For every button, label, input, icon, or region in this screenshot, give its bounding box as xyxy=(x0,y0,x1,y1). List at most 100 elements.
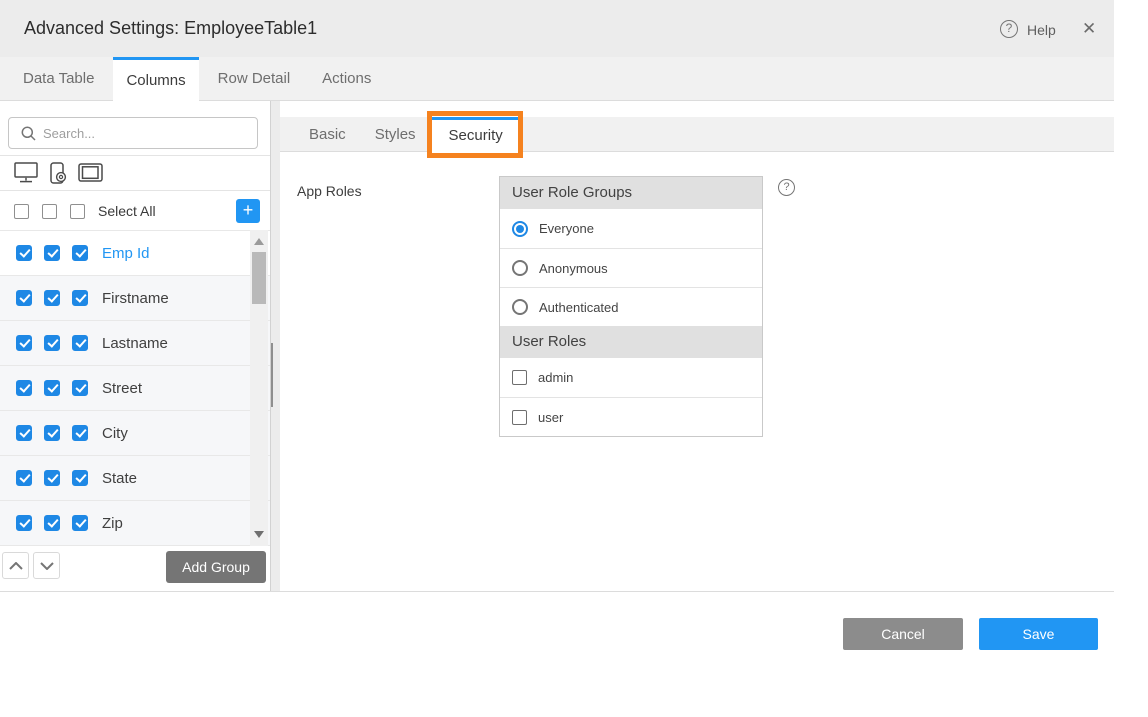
column-visibility-checkbox[interactable] xyxy=(44,335,60,351)
user-role-options: admin user xyxy=(500,358,762,436)
add-group-button[interactable]: Add Group xyxy=(166,551,266,583)
column-visibility-checkbox[interactable] xyxy=(16,515,32,531)
select-all-row: Select All + xyxy=(0,191,270,231)
move-column-up-button[interactable] xyxy=(2,552,29,579)
splitter-drag-handle[interactable] xyxy=(271,343,273,407)
column-visibility-checkbox[interactable] xyxy=(16,335,32,351)
role-group-options: Everyone Anonymous Authenticated xyxy=(500,209,762,326)
radio-button[interactable] xyxy=(512,299,528,315)
move-column-down-button[interactable] xyxy=(33,552,60,579)
cancel-button[interactable]: Cancel xyxy=(843,618,963,650)
user-role-option-label: admin xyxy=(538,370,573,385)
user-role-groups-header: User Role Groups xyxy=(500,177,762,209)
divider xyxy=(0,155,270,156)
tab-data-table[interactable]: Data Table xyxy=(10,57,107,101)
app-roles-panel: User Role Groups Everyone Anonymous Authen… xyxy=(499,176,763,437)
main-tab-bar: Data TableColumnsRow DetailActions xyxy=(0,57,1114,101)
tab-columns[interactable]: Columns xyxy=(113,57,198,101)
scrollbar-thumb[interactable] xyxy=(252,252,266,304)
role-group-option-anonymous[interactable]: Anonymous xyxy=(500,248,762,287)
column-row-lastname[interactable]: Lastname xyxy=(0,321,270,366)
column-visibility-checkbox[interactable] xyxy=(16,425,32,441)
column-visibility-checkbox[interactable] xyxy=(16,245,32,261)
radio-button[interactable] xyxy=(512,221,528,237)
user-role-option-admin[interactable]: admin xyxy=(500,358,762,397)
user-role-option-user[interactable]: user xyxy=(500,397,762,436)
column-row-zip[interactable]: Zip xyxy=(0,501,270,546)
column-visibility-checkbox[interactable] xyxy=(44,425,60,441)
column-label: City xyxy=(102,425,128,442)
select-all-checkbox[interactable] xyxy=(42,204,57,219)
scroll-up-arrow-icon[interactable] xyxy=(254,238,264,245)
column-row-state[interactable]: State xyxy=(0,456,270,501)
dialog-title: Advanced Settings: EmployeeTable1 xyxy=(24,0,317,57)
column-visibility-checkbox[interactable] xyxy=(72,335,88,351)
column-visibility-checkbox[interactable] xyxy=(72,470,88,486)
column-visibility-checkbox[interactable] xyxy=(44,380,60,396)
help-button[interactable]: Help xyxy=(1027,22,1056,38)
role-group-option-everyone[interactable]: Everyone xyxy=(500,209,762,248)
search-input[interactable] xyxy=(43,120,251,146)
column-row-city[interactable]: City xyxy=(0,411,270,456)
column-list: Emp Id Firstname Lastname Street City State Zi… xyxy=(0,230,270,546)
add-column-button[interactable]: + xyxy=(236,199,260,223)
desktop-icon[interactable] xyxy=(14,162,39,184)
user-role-checkbox[interactable] xyxy=(512,410,527,425)
radio-button[interactable] xyxy=(512,260,528,276)
user-role-checkbox[interactable] xyxy=(512,370,527,385)
column-visibility-checkbox[interactable] xyxy=(72,380,88,396)
column-label: Firstname xyxy=(102,290,169,307)
column-row-emp-id[interactable]: Emp Id xyxy=(0,231,270,276)
column-label: Zip xyxy=(102,515,123,532)
column-visibility-checkbox[interactable] xyxy=(72,425,88,441)
role-group-option-label: Anonymous xyxy=(539,261,608,276)
tablet-icon[interactable] xyxy=(78,163,104,183)
column-visibility-checkbox[interactable] xyxy=(44,470,60,486)
column-label: Lastname xyxy=(102,335,168,352)
tab-styles[interactable]: Styles xyxy=(362,117,429,152)
column-visibility-checkbox[interactable] xyxy=(44,245,60,261)
column-visibility-checkbox[interactable] xyxy=(44,290,60,306)
advanced-settings-dialog: Advanced Settings: EmployeeTable1 ? Help… xyxy=(0,0,1148,717)
column-visibility-checkbox[interactable] xyxy=(44,515,60,531)
column-row-firstname[interactable]: Firstname xyxy=(0,276,270,321)
column-visibility-checkbox[interactable] xyxy=(72,515,88,531)
column-visibility-checkbox[interactable] xyxy=(16,290,32,306)
column-visibility-checkbox[interactable] xyxy=(16,380,32,396)
footer-divider xyxy=(0,591,1114,592)
column-row-street[interactable]: Street xyxy=(0,366,270,411)
scroll-down-arrow-icon[interactable] xyxy=(254,531,264,538)
chevron-up-icon xyxy=(9,557,23,575)
app-roles-label: App Roles xyxy=(297,183,362,199)
select-all-label: Select All xyxy=(98,203,156,219)
mobile-icon[interactable] xyxy=(50,162,67,185)
search-icon xyxy=(21,126,36,146)
select-all-checkbox[interactable] xyxy=(14,204,29,219)
role-group-option-label: Everyone xyxy=(539,221,594,236)
save-button[interactable]: Save xyxy=(979,618,1098,650)
user-role-option-label: user xyxy=(538,410,563,425)
column-visibility-checkbox[interactable] xyxy=(72,290,88,306)
dialog-titlebar: Advanced Settings: EmployeeTable1 ? Help… xyxy=(0,0,1114,57)
column-list-scrollbar[interactable] xyxy=(250,230,268,546)
role-group-option-label: Authenticated xyxy=(539,300,619,315)
tab-basic[interactable]: Basic xyxy=(296,117,359,152)
column-label: Street xyxy=(102,380,142,397)
role-group-option-authenticated[interactable]: Authenticated xyxy=(500,287,762,326)
tab-security[interactable]: Security xyxy=(432,117,520,152)
column-visibility-checkbox[interactable] xyxy=(16,470,32,486)
chevron-down-icon xyxy=(40,557,54,575)
columns-sidebar: Select All + Emp Id Firstname Lastname Stre… xyxy=(0,101,270,591)
close-icon[interactable]: ✕ xyxy=(1082,19,1096,39)
tab-actions[interactable]: Actions xyxy=(309,57,384,101)
column-settings-tab-bar: BasicStylesSecurity xyxy=(280,117,1114,152)
column-settings-tabs: BasicStylesSecurity xyxy=(296,117,1114,152)
select-all-checkbox[interactable] xyxy=(70,204,85,219)
tab-row-detail[interactable]: Row Detail xyxy=(205,57,304,101)
column-visibility-checkbox[interactable] xyxy=(72,245,88,261)
column-label: State xyxy=(102,470,137,487)
app-roles-help-icon[interactable]: ? xyxy=(778,179,795,196)
sidebar-splitter xyxy=(270,101,280,591)
help-circle-icon[interactable]: ? xyxy=(1000,20,1018,38)
device-toggle-row xyxy=(14,159,104,187)
